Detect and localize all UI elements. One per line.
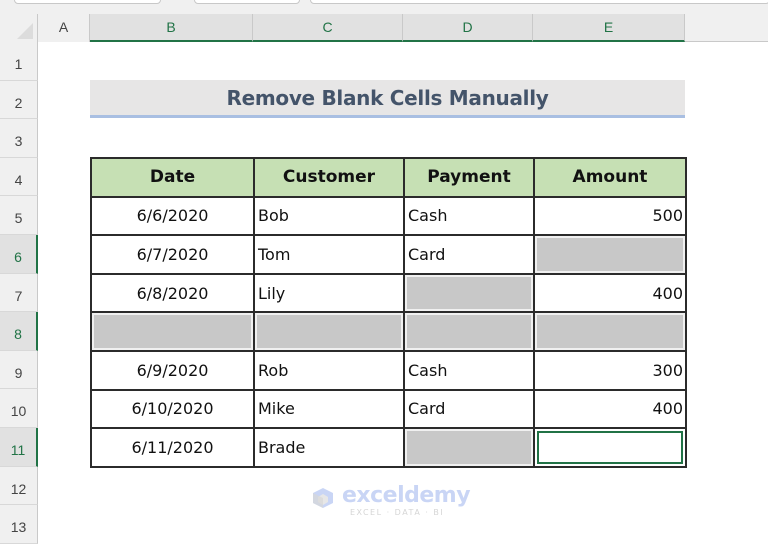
row-header-1[interactable]: 1 [0,42,38,81]
select-all-button[interactable] [0,14,38,42]
row-header-3[interactable]: 3 [0,119,38,158]
blank-cell[interactable] [403,427,535,468]
cell-date[interactable]: 6/7/2020 [90,234,255,275]
column-header-d[interactable]: D [403,14,533,42]
blank-cell[interactable] [253,311,405,352]
table-row: 6/9/2020 Rob Cash 300 [90,349,687,391]
blank-cell[interactable] [403,272,535,314]
cell-payment[interactable]: Card [403,234,535,275]
exceldemy-logo-icon [313,488,333,508]
header-amount[interactable]: Amount [533,157,687,198]
cell-payment[interactable]: Card [403,388,535,430]
row-header-8[interactable]: 8 [0,312,38,351]
table-row: 6/7/2020 Tom Card [90,234,687,275]
cell-date[interactable]: 6/9/2020 [90,349,255,391]
select-all-triangle-icon [17,23,33,39]
cell-amount[interactable]: 300 [533,349,687,391]
cell-customer[interactable]: Rob [253,349,405,391]
blank-cell[interactable] [533,311,687,352]
column-header-a[interactable]: A [38,14,90,42]
cell-amount[interactable]: 400 [533,272,687,314]
row-header-5[interactable]: 5 [0,196,38,235]
formula-input[interactable] [310,0,768,4]
cell-date[interactable]: 6/10/2020 [90,388,255,430]
header-date[interactable]: Date [90,157,255,198]
header-payment[interactable]: Payment [403,157,535,198]
cell-date[interactable]: 6/6/2020 [90,195,255,237]
cell-date[interactable]: 6/11/2020 [90,427,255,468]
function-buttons[interactable] [194,0,300,4]
table-row: 6/6/2020 Bob Cash 500 [90,195,687,237]
cell-payment[interactable]: Cash [403,195,535,237]
row-header-10[interactable]: 10 [0,389,38,428]
cell-customer[interactable]: Tom [253,234,405,275]
blank-cell[interactable] [403,311,535,352]
watermark: exceldemy EXCEL · DATA · BI [312,483,471,518]
data-table: Date Customer Payment Amount 6/6/2020 Bob… [90,157,687,468]
blank-cell[interactable] [533,234,687,275]
watermark-brand: exceldemy [342,483,471,508]
sheet-title[interactable]: Remove Blank Cells Manually [90,80,685,118]
cell-amount[interactable]: 400 [533,388,687,430]
column-header-e[interactable]: E [533,14,685,42]
cell-customer[interactable]: Lily [253,272,405,314]
cell-customer[interactable]: Bob [253,195,405,237]
table-row: 6/10/2020 Mike Card 400 [90,388,687,430]
header-customer[interactable]: Customer [253,157,405,198]
table-row: 6/11/2020 Brade [90,427,687,468]
row-header-2[interactable]: 2 [0,80,38,120]
column-header-b[interactable]: B [90,14,253,42]
cell-customer[interactable]: Brade [253,427,405,468]
table-header-row: Date Customer Payment Amount [90,157,687,198]
row-header-13[interactable]: 13 [0,505,38,544]
name-box[interactable] [14,0,161,4]
cell-payment[interactable]: Cash [403,349,535,391]
table-row [90,311,687,352]
row-header-9[interactable]: 9 [0,350,38,390]
row-header-4[interactable]: 4 [0,157,38,197]
cell-customer[interactable]: Mike [253,388,405,430]
row-header-7[interactable]: 7 [0,273,38,313]
active-cell[interactable] [533,427,687,468]
table-row: 6/8/2020 Lily 400 [90,272,687,314]
row-header-11[interactable]: 11 [0,428,38,467]
blank-cell[interactable] [90,311,255,352]
formula-bar-area [0,0,768,14]
cell-amount[interactable]: 500 [533,195,687,237]
row-header-6[interactable]: 6 [0,235,38,274]
column-header-c[interactable]: C [253,14,403,42]
row-header-12[interactable]: 12 [0,466,38,506]
watermark-tagline: EXCEL · DATA · BI [350,508,445,517]
cell-date[interactable]: 6/8/2020 [90,272,255,314]
